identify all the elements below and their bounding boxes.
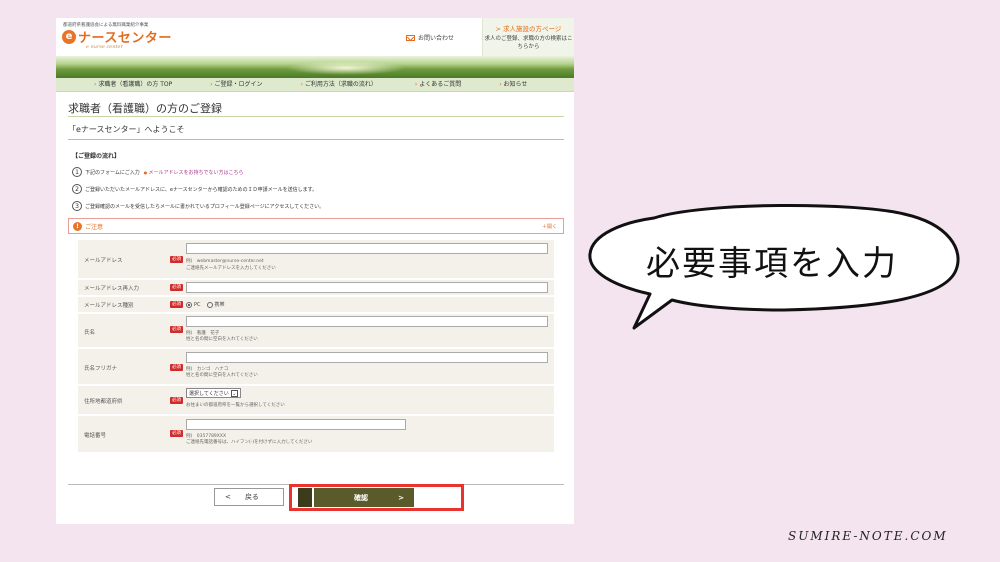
employer-link-title: > 求人施設の方ページ: [495, 25, 562, 33]
nav-item-faq[interactable]: よくあるご質問: [377, 78, 461, 91]
back-arrow-icon: <: [225, 493, 231, 501]
flow-step: 3 ご登録確認のメールを受信したらメールに書かれているプロフィール登録ページにア…: [72, 201, 324, 211]
tel-label: 電話番号: [84, 433, 107, 439]
prefecture-row: 住所地都道府県 必須 選択してください ⌄ お住まいの都道府県を一覧から選択して…: [78, 386, 554, 414]
bubble-caption: 必要事項を入力: [646, 244, 898, 284]
alert-icon: !: [73, 222, 82, 231]
step-text: 下記のフォームにご入力: [85, 169, 140, 176]
radio-pc[interactable]: [186, 301, 192, 308]
back-button-label: 戻る: [244, 493, 259, 501]
welcome-divider: [68, 139, 564, 140]
email-row: メールアドレス 必須 例) webmaster@nurse-center.net…: [78, 240, 554, 278]
kana-hint: 姓と名の間に空白を入れてください: [186, 373, 258, 378]
step-number: 2: [72, 184, 82, 194]
notice-expand-toggle[interactable]: ＋開く: [542, 223, 557, 230]
tel-row: 電話番号 必須 例) 0357789XXX ご連絡先電話番号は、ハイフン(-)を…: [78, 416, 554, 452]
tel-hint: ご連絡先電話番号は、ハイフン(-)を付けずに入力してください: [186, 440, 313, 445]
nav-item-news[interactable]: お知らせ: [461, 78, 528, 91]
landscape-banner: [56, 56, 574, 78]
radio-pc-label: PC: [194, 301, 201, 308]
site-watermark: SUMIRE-NOTE.COM: [788, 529, 948, 543]
email-confirm-row: メールアドレス再入力 必須: [78, 280, 554, 295]
flow-step: 1 下記のフォームにご入力 メールアドレスをお持ちでない方はこちら: [72, 167, 244, 177]
prefecture-label: 住所地都道府県: [84, 399, 123, 405]
confirm-highlight-box: 確認 >: [289, 484, 464, 511]
radio-mobile[interactable]: [206, 301, 213, 308]
global-nav: 求職者（看護職）の方 TOP ご登録・ログイン ご利用方法（求職の流れ） よくあ…: [56, 78, 574, 92]
email-example: 例) webmaster@nurse-center.net: [186, 259, 264, 264]
prefecture-hint: お住まいの都道府県を一覧から選択してください: [186, 403, 285, 408]
contact-link[interactable]: お問い合わせ: [406, 33, 454, 42]
name-label: 氏名: [84, 330, 96, 336]
title-divider: [68, 116, 564, 117]
confirm-button-label: 確認: [354, 493, 368, 502]
notice-label: ご注意: [85, 224, 104, 231]
kana-row: 氏名フリガナ 必須 例) カンゴ ハナコ 姓と名の間に空白を入れてください: [78, 349, 554, 384]
registration-screenshot: 都道府県看護協会による無料職業紹介事業 e ナースセンター e nurse ce…: [56, 18, 574, 524]
email-confirm-label: メールアドレス再入力: [84, 286, 140, 292]
mail-icon: [406, 34, 415, 41]
page-title: 求職者（看護職）の方のご登録: [68, 102, 222, 115]
site-header: 都道府県看護協会による無料職業紹介事業 e ナースセンター e nurse ce…: [56, 18, 574, 60]
tel-input[interactable]: [186, 419, 406, 430]
step-number: 1: [72, 167, 82, 177]
employer-page-link[interactable]: > 求人施設の方ページ 求人のご登録、求職の方の検索はこちらから: [482, 18, 574, 60]
welcome-heading: 「eナースセンター」へようこそ: [68, 125, 185, 134]
step-number: 3: [72, 201, 82, 211]
required-badge: 必須: [170, 326, 183, 333]
step-text: ご登録確認のメールを受信したらメールに書かれているプロフィール登録ページにアクセ…: [85, 203, 325, 210]
email-label: メールアドレス: [84, 258, 123, 264]
email-confirm-input[interactable]: [186, 282, 548, 293]
name-hint: 姓と名の間に空白を入れてください: [186, 337, 258, 342]
notice-panel[interactable]: ! ご注意 ＋開く: [68, 218, 564, 234]
employer-link-desc: 求人のご登録、求職の方の検索はこちらから: [484, 36, 573, 50]
email-hint: ご連絡先メールアドレスを入力してください: [186, 266, 276, 271]
required-badge: 必須: [170, 301, 183, 308]
required-badge: 必須: [170, 364, 183, 371]
flow-step: 2 ご登録いただいたメールアドレスに、eナースセンターから確認のためのＩＤ申請メ…: [72, 184, 317, 194]
back-button[interactable]: < 戻る: [214, 488, 284, 506]
contact-label: お問い合わせ: [418, 35, 455, 42]
registration-form: メールアドレス 必須 例) webmaster@nurse-center.net…: [78, 240, 554, 454]
email-type-row: メールアドレス種別 必須 PC 携帯: [78, 297, 554, 312]
nav-item-top[interactable]: 求職者（看護職）の方 TOP: [56, 78, 172, 91]
radio-mobile-label: 携帯: [214, 302, 225, 308]
confirm-button[interactable]: 確認 >: [314, 488, 414, 507]
nav-item-usage[interactable]: ご利用方法（求職の流れ）: [263, 78, 377, 91]
required-badge: 必須: [170, 397, 183, 404]
name-row: 氏名 必須 例) 看護 花子 姓と名の間に空白を入れてください: [78, 314, 554, 347]
email-type-label: メールアドレス種別: [84, 303, 134, 309]
required-badge: 必須: [170, 430, 183, 437]
logo-subtitle: e nurse center: [86, 44, 123, 50]
nav-item-login[interactable]: ご登録・ログイン: [172, 78, 263, 91]
confirm-arrow-icon: >: [398, 493, 404, 502]
kana-input[interactable]: [186, 352, 548, 363]
required-badge: 必須: [170, 284, 183, 291]
prefecture-select-value: 選択してください: [189, 390, 229, 397]
flow-heading: 【ご登録の流れ】: [72, 153, 121, 160]
step-text: ご登録いただいたメールアドレスに、eナースセンターから確認のためのＩＤ申請メール…: [85, 186, 318, 193]
chevron-down-icon: ⌄: [230, 389, 238, 397]
confirm-button-edge: [298, 488, 312, 507]
name-input[interactable]: [186, 316, 548, 327]
kana-label: 氏名フリガナ: [84, 366, 118, 372]
required-badge: 必須: [170, 256, 183, 263]
no-email-link[interactable]: メールアドレスをお持ちでない方はこちら: [144, 169, 244, 176]
email-type-radio-group: PC 携帯: [186, 301, 225, 308]
logo-mark-icon: e: [62, 29, 76, 44]
prefecture-select[interactable]: 選択してください ⌄: [186, 388, 241, 398]
email-input[interactable]: [186, 243, 548, 254]
